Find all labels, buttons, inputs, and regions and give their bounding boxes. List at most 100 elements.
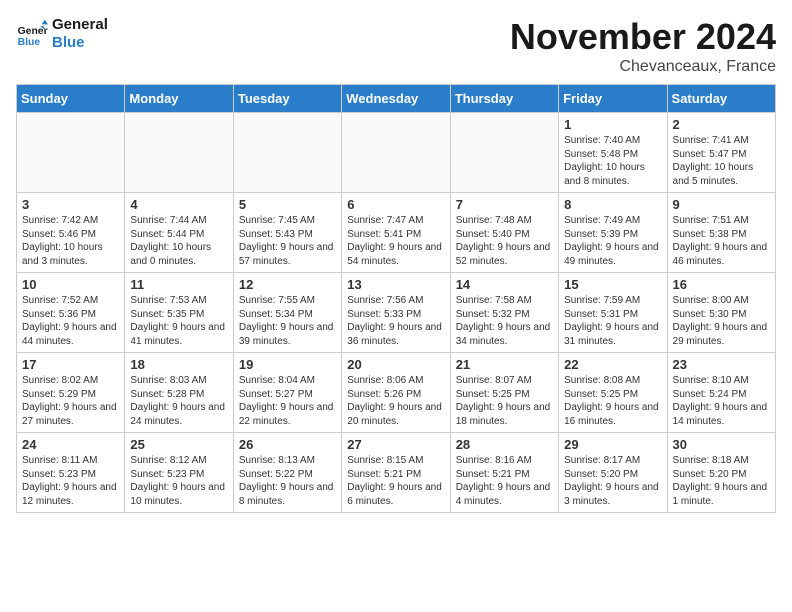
calendar-cell: 5 Sunrise: 7:45 AM Sunset: 5:43 PM Daylig… bbox=[233, 193, 341, 273]
day-number: 8 bbox=[564, 197, 661, 212]
day-number: 18 bbox=[130, 357, 227, 372]
calendar-cell: 2 Sunrise: 7:41 AM Sunset: 5:47 PM Daylig… bbox=[667, 113, 775, 193]
day-info: Sunrise: 7:41 AM Sunset: 5:47 PM Dayligh… bbox=[673, 134, 770, 188]
day-info: Sunrise: 8:18 AM Sunset: 5:20 PM Dayligh… bbox=[673, 454, 770, 508]
day-number: 26 bbox=[239, 437, 336, 452]
calendar-cell: 13 Sunrise: 7:56 AM Sunset: 5:33 PM Dayli… bbox=[342, 273, 450, 353]
calendar-cell: 16 Sunrise: 8:00 AM Sunset: 5:30 PM Dayli… bbox=[667, 273, 775, 353]
day-info: Sunrise: 7:55 AM Sunset: 5:34 PM Dayligh… bbox=[239, 294, 336, 348]
day-info: Sunrise: 8:03 AM Sunset: 5:28 PM Dayligh… bbox=[130, 374, 227, 428]
day-info: Sunrise: 7:52 AM Sunset: 5:36 PM Dayligh… bbox=[22, 294, 119, 348]
weekday-header-saturday: Saturday bbox=[667, 85, 775, 113]
day-number: 1 bbox=[564, 117, 661, 132]
day-info: Sunrise: 8:06 AM Sunset: 5:26 PM Dayligh… bbox=[347, 374, 444, 428]
calendar-cell: 8 Sunrise: 7:49 AM Sunset: 5:39 PM Daylig… bbox=[559, 193, 667, 273]
calendar-cell: 27 Sunrise: 8:15 AM Sunset: 5:21 PM Dayli… bbox=[342, 433, 450, 513]
calendar-cell: 22 Sunrise: 8:08 AM Sunset: 5:25 PM Dayli… bbox=[559, 353, 667, 433]
day-info: Sunrise: 7:56 AM Sunset: 5:33 PM Dayligh… bbox=[347, 294, 444, 348]
calendar-cell: 23Sunrise: 8:10 AM Sunset: 5:24 PM Dayli… bbox=[667, 353, 775, 433]
week-row-1: 1Sunrise: 7:40 AM Sunset: 5:48 PM Daylig… bbox=[17, 113, 776, 193]
day-info: Sunrise: 8:12 AM Sunset: 5:23 PM Dayligh… bbox=[130, 454, 227, 508]
day-info: Sunrise: 8:02 AM Sunset: 5:29 PM Dayligh… bbox=[22, 374, 119, 428]
calendar-cell: 20 Sunrise: 8:06 AM Sunset: 5:26 PM Dayli… bbox=[342, 353, 450, 433]
day-number: 17 bbox=[22, 357, 119, 372]
weekday-header-row: SundayMondayTuesdayWednesdayThursdayFrid… bbox=[17, 85, 776, 113]
svg-text:Blue: Blue bbox=[18, 37, 41, 48]
day-number: 14 bbox=[456, 277, 553, 292]
calendar-cell: 10 Sunrise: 7:52 AM Sunset: 5:36 PM Dayli… bbox=[17, 273, 125, 353]
day-info: Sunrise: 8:17 AM Sunset: 5:20 PM Dayligh… bbox=[564, 454, 661, 508]
calendar-cell bbox=[125, 113, 233, 193]
logo-icon: General Blue bbox=[16, 18, 48, 50]
day-number: 13 bbox=[347, 277, 444, 292]
day-number: 3 bbox=[22, 197, 119, 212]
day-info: Sunrise: 8:04 AM Sunset: 5:27 PM Dayligh… bbox=[239, 374, 336, 428]
day-info: Sunrise: 8:07 AM Sunset: 5:25 PM Dayligh… bbox=[456, 374, 553, 428]
day-info: Sunrise: 7:58 AM Sunset: 5:32 PM Dayligh… bbox=[456, 294, 553, 348]
weekday-header-wednesday: Wednesday bbox=[342, 85, 450, 113]
day-number: 30 bbox=[673, 437, 770, 452]
calendar-cell: 24 Sunrise: 8:11 AM Sunset: 5:23 PM Dayli… bbox=[17, 433, 125, 513]
day-number: 21 bbox=[456, 357, 553, 372]
day-number: 12 bbox=[239, 277, 336, 292]
day-info: Sunrise: 7:49 AM Sunset: 5:39 PM Dayligh… bbox=[564, 214, 661, 268]
day-number: 10 bbox=[22, 277, 119, 292]
calendar-cell: 28Sunrise: 8:16 AM Sunset: 5:21 PM Dayli… bbox=[450, 433, 558, 513]
day-info: Sunrise: 8:00 AM Sunset: 5:30 PM Dayligh… bbox=[673, 294, 770, 348]
calendar-cell: 4 Sunrise: 7:44 AM Sunset: 5:44 PM Daylig… bbox=[125, 193, 233, 273]
day-number: 20 bbox=[347, 357, 444, 372]
day-info: Sunrise: 8:13 AM Sunset: 5:22 PM Dayligh… bbox=[239, 454, 336, 508]
calendar-cell: 19Sunrise: 8:04 AM Sunset: 5:27 PM Dayli… bbox=[233, 353, 341, 433]
day-number: 29 bbox=[564, 437, 661, 452]
day-info: Sunrise: 8:15 AM Sunset: 5:21 PM Dayligh… bbox=[347, 454, 444, 508]
calendar-cell: 3Sunrise: 7:42 AM Sunset: 5:46 PM Daylig… bbox=[17, 193, 125, 273]
day-info: Sunrise: 8:08 AM Sunset: 5:25 PM Dayligh… bbox=[564, 374, 661, 428]
day-info: Sunrise: 8:10 AM Sunset: 5:24 PM Dayligh… bbox=[673, 374, 770, 428]
day-number: 24 bbox=[22, 437, 119, 452]
calendar-cell: 17 Sunrise: 8:02 AM Sunset: 5:29 PM Dayli… bbox=[17, 353, 125, 433]
calendar-cell: 30 Sunrise: 8:18 AM Sunset: 5:20 PM Dayli… bbox=[667, 433, 775, 513]
day-number: 6 bbox=[347, 197, 444, 212]
day-info: Sunrise: 7:53 AM Sunset: 5:35 PM Dayligh… bbox=[130, 294, 227, 348]
day-number: 5 bbox=[239, 197, 336, 212]
day-info: Sunrise: 8:16 AM Sunset: 5:21 PM Dayligh… bbox=[456, 454, 553, 508]
day-number: 22 bbox=[564, 357, 661, 372]
day-number: 27 bbox=[347, 437, 444, 452]
day-info: Sunrise: 8:11 AM Sunset: 5:23 PM Dayligh… bbox=[22, 454, 119, 508]
calendar-cell: 21 Sunrise: 8:07 AM Sunset: 5:25 PM Dayli… bbox=[450, 353, 558, 433]
logo-blue: Blue bbox=[52, 34, 108, 52]
calendar-cell: 6Sunrise: 7:47 AM Sunset: 5:41 PM Daylig… bbox=[342, 193, 450, 273]
location-subtitle: Chevanceaux, France bbox=[510, 58, 776, 76]
calendar-cell: 1Sunrise: 7:40 AM Sunset: 5:48 PM Daylig… bbox=[559, 113, 667, 193]
calendar-cell: 9 Sunrise: 7:51 AM Sunset: 5:38 PM Daylig… bbox=[667, 193, 775, 273]
day-number: 11 bbox=[130, 277, 227, 292]
day-number: 25 bbox=[130, 437, 227, 452]
calendar-cell: 12 Sunrise: 7:55 AM Sunset: 5:34 PM Dayli… bbox=[233, 273, 341, 353]
weekday-header-thursday: Thursday bbox=[450, 85, 558, 113]
calendar-cell: 7 Sunrise: 7:48 AM Sunset: 5:40 PM Daylig… bbox=[450, 193, 558, 273]
calendar-cell: 18 Sunrise: 8:03 AM Sunset: 5:28 PM Dayli… bbox=[125, 353, 233, 433]
logo: General Blue General Blue bbox=[16, 16, 108, 52]
calendar-cell: 15Sunrise: 7:59 AM Sunset: 5:31 PM Dayli… bbox=[559, 273, 667, 353]
calendar-cell: 14 Sunrise: 7:58 AM Sunset: 5:32 PM Dayli… bbox=[450, 273, 558, 353]
day-info: Sunrise: 7:51 AM Sunset: 5:38 PM Dayligh… bbox=[673, 214, 770, 268]
week-row-5: 24 Sunrise: 8:11 AM Sunset: 5:23 PM Dayli… bbox=[17, 433, 776, 513]
day-number: 16 bbox=[673, 277, 770, 292]
day-info: Sunrise: 7:59 AM Sunset: 5:31 PM Dayligh… bbox=[564, 294, 661, 348]
day-number: 2 bbox=[673, 117, 770, 132]
weekday-header-sunday: Sunday bbox=[17, 85, 125, 113]
day-info: Sunrise: 7:44 AM Sunset: 5:44 PM Dayligh… bbox=[130, 214, 227, 268]
calendar-cell: 26 Sunrise: 8:13 AM Sunset: 5:22 PM Dayli… bbox=[233, 433, 341, 513]
day-info: Sunrise: 7:45 AM Sunset: 5:43 PM Dayligh… bbox=[239, 214, 336, 268]
title-area: November 2024 Chevanceaux, France bbox=[510, 16, 776, 76]
calendar-cell bbox=[450, 113, 558, 193]
calendar-cell bbox=[342, 113, 450, 193]
calendar-cell bbox=[17, 113, 125, 193]
month-title: November 2024 bbox=[510, 16, 776, 58]
day-number: 7 bbox=[456, 197, 553, 212]
day-number: 9 bbox=[673, 197, 770, 212]
calendar-cell: 29 Sunrise: 8:17 AM Sunset: 5:20 PM Dayli… bbox=[559, 433, 667, 513]
day-number: 4 bbox=[130, 197, 227, 212]
day-info: Sunrise: 7:48 AM Sunset: 5:40 PM Dayligh… bbox=[456, 214, 553, 268]
calendar-cell bbox=[233, 113, 341, 193]
